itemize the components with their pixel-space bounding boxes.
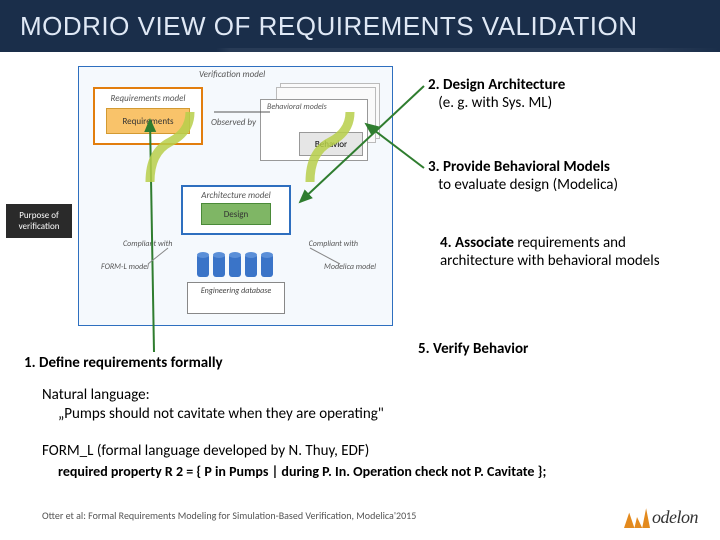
slide-title: MODRIO VIEW OF REQUIREMENTS VALIDATION bbox=[20, 11, 638, 42]
compliant-left-label: Compliant with bbox=[123, 239, 172, 249]
design-inner: Design bbox=[201, 203, 271, 225]
callout-3-sub: to evaluate design (Modelica) bbox=[438, 176, 618, 194]
callout-2-bold: 2. Design Architecture bbox=[428, 76, 565, 94]
natural-language-quote: „Pumps should not cavitate when they are… bbox=[58, 405, 384, 424]
cylinder-icon bbox=[197, 255, 209, 277]
modelica-model-label: Modelica model bbox=[324, 262, 376, 272]
modelon-logo-text: odelon bbox=[652, 507, 698, 528]
cylinder-icon bbox=[229, 255, 241, 277]
natural-language-heading: Natural language: bbox=[42, 386, 150, 405]
callout-3: 3. Provide Behavioral Models to evaluate… bbox=[428, 158, 708, 194]
forml-code: required property R 2 = { P in Pumps | d… bbox=[58, 462, 546, 481]
engineering-db-box: Engineering database bbox=[187, 282, 285, 314]
beh-box-label: Behavioral models bbox=[267, 102, 327, 112]
forml-heading: FORM_L (formal language developed by N. … bbox=[42, 442, 369, 461]
req-box-label: Requirements model bbox=[111, 93, 186, 104]
compliant-right-label: Compliant with bbox=[309, 239, 358, 249]
callout-2-sub: (e. g. with Sys. ML) bbox=[438, 94, 552, 112]
callout-2: 2. Design Architecture (e. g. with Sys. … bbox=[428, 76, 708, 112]
title-bar: MODRIO VIEW OF REQUIREMENTS VALIDATION bbox=[0, 0, 720, 52]
cylinder-icon bbox=[213, 255, 225, 277]
callout-5: 5. Verify Behavior bbox=[418, 340, 698, 358]
slide-content: Purpose of verification Verification mod… bbox=[0, 52, 720, 540]
cylinder-icon bbox=[245, 255, 257, 277]
verification-diagram: Verification model Requirements model Re… bbox=[78, 66, 393, 326]
behavioral-models-box: Behavioral models Behavior bbox=[260, 99, 368, 161]
citation: Otter et al: Formal Requirements Modelin… bbox=[42, 509, 416, 522]
callout-3-bold: 3. Provide Behavioral Models bbox=[428, 158, 610, 176]
cylinder-icon bbox=[261, 255, 273, 277]
behavior-inner: Behavior bbox=[299, 132, 363, 156]
modelon-logo: odelon bbox=[624, 506, 698, 528]
architecture-model-box: Architecture model Design bbox=[181, 185, 291, 235]
requirements-model-box: Requirements model Requirements bbox=[93, 87, 203, 145]
callout-4-bold: 4. Associate bbox=[440, 234, 514, 252]
modelon-logo-icon bbox=[624, 506, 650, 528]
callout-1: 1. Define requirements formally bbox=[24, 354, 223, 372]
diagram-label-verification: Verification model bbox=[199, 69, 265, 80]
purpose-badge: Purpose of verification bbox=[6, 204, 72, 238]
arch-box-label: Architecture model bbox=[201, 190, 270, 201]
callout-4: 4. Associate requirements and architectu… bbox=[440, 234, 700, 270]
observed-by-label: Observed by bbox=[211, 117, 256, 128]
requirements-inner: Requirements bbox=[106, 108, 190, 134]
db-cylinders bbox=[197, 255, 273, 277]
forml-model-label: FORM-L model bbox=[101, 262, 149, 272]
